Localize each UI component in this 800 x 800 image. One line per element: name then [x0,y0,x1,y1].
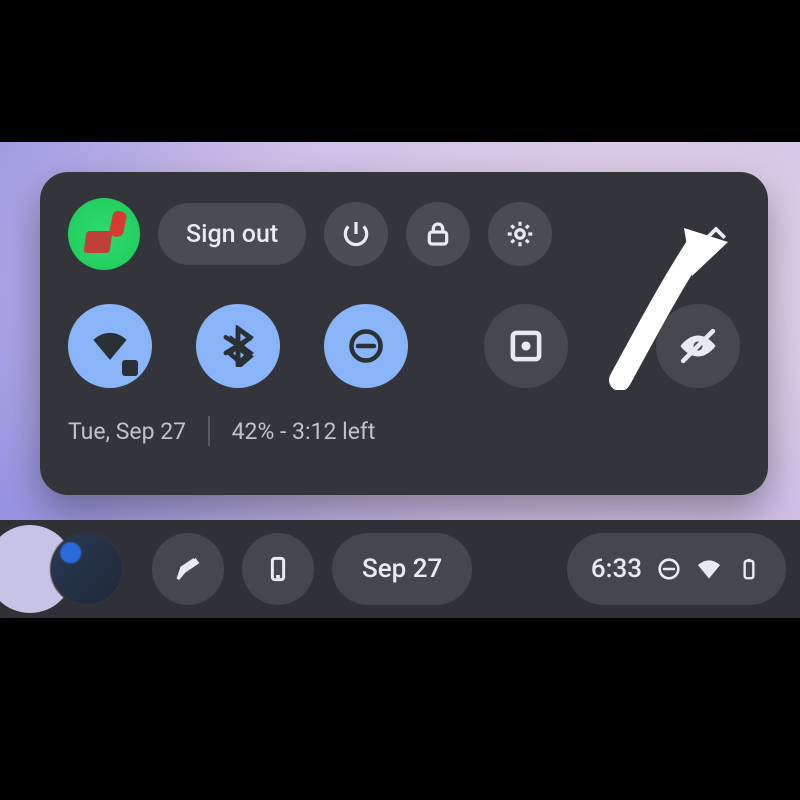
power-button[interactable] [324,202,388,266]
bluetooth-icon [217,325,259,367]
footer-divider [208,416,210,446]
screencast-icon [505,325,547,367]
sign-out-button[interactable]: Sign out [158,203,306,265]
expand-button[interactable] [692,210,740,258]
overview-thumbnail-app[interactable] [50,532,124,606]
do-not-disturb-icon [345,325,387,367]
quick-toggles-row [68,302,740,390]
gear-icon [504,218,536,250]
date-text: Tue, Sep 27 [68,418,186,445]
phone-icon [263,554,293,584]
wifi-status-icon [696,556,722,582]
dnd-toggle[interactable] [324,304,408,388]
quick-settings-footer: Tue, Sep 27 42% - 3:12 left [68,416,740,446]
stylus-tools-button[interactable] [152,533,224,605]
battery-text: 42% - 3:12 left [232,418,376,445]
wifi-secure-icon [122,360,138,376]
screencast-toggle[interactable] [484,304,568,388]
battery-status-icon [736,556,762,582]
lock-button[interactable] [406,202,470,266]
avatar[interactable] [68,198,140,270]
shelf: Sep 27 6:33 [0,520,800,618]
bluetooth-toggle[interactable] [196,304,280,388]
quick-settings-panel: Sign out [40,172,768,495]
settings-button[interactable] [488,202,552,266]
wifi-toggle[interactable] [68,304,152,388]
chevron-up-icon [701,219,731,249]
phone-hub-button[interactable] [242,533,314,605]
avatar-image [85,215,123,253]
stylus-icon [173,554,203,584]
quick-settings-header: Sign out [68,196,740,272]
clock-text: 6:33 [591,554,642,584]
calendar-button[interactable]: Sep 27 [332,533,472,605]
lock-icon [422,218,454,250]
visibility-off-icon [677,325,719,367]
shelf-left-group: Sep 27 [0,525,472,613]
visibility-toggle[interactable] [656,304,740,388]
dnd-status-icon [656,556,682,582]
power-icon [340,218,372,250]
status-tray[interactable]: 6:33 [567,533,786,605]
